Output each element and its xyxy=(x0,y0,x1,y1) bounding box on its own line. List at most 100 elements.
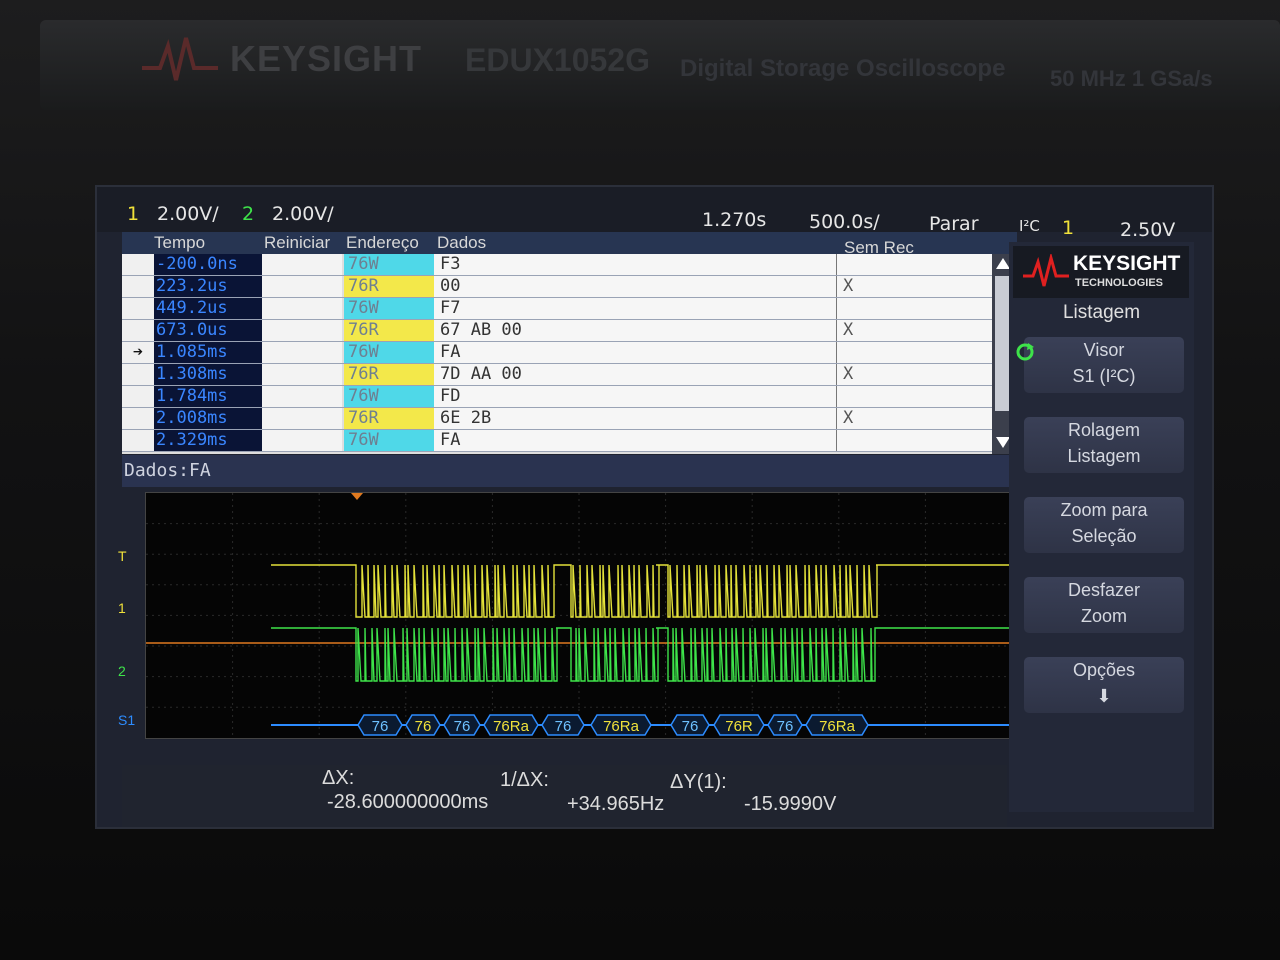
waveform-canvas: 76 76 76 76Ra 76 76Ra 76 76R 76 76Ra T 1 2 S1 xyxy=(118,493,1012,738)
menu-title: Listagem xyxy=(1062,302,1141,323)
row-time: -200.0ns xyxy=(154,254,262,275)
row-address: 76W xyxy=(344,386,436,407)
table-row[interactable]: ➔ 1.085ms 76W FA xyxy=(122,342,1017,364)
header-time[interactable]: Tempo xyxy=(154,233,205,253)
row-nack xyxy=(836,386,993,407)
trigger-position-marker xyxy=(351,493,363,500)
ch1-ground-marker: 1 xyxy=(118,600,126,616)
row-nack xyxy=(836,254,993,275)
spec-label: 50 MHz 1 GSa/s xyxy=(1050,66,1213,91)
softkey-undo-zoom[interactable]: Desfazer Zoom xyxy=(1024,577,1184,633)
delta-x-label: ΔX: xyxy=(322,767,355,789)
ch1-number[interactable]: 1 xyxy=(127,203,139,225)
row-address: 76W xyxy=(344,430,436,451)
softkey-display-line2: S1 (I²C) xyxy=(1072,366,1136,386)
softkey-display[interactable]: Visor S1 (I²C) xyxy=(1016,337,1184,393)
softkey-undo-line2: Zoom xyxy=(1080,606,1127,626)
rotate-knob-icon xyxy=(1016,343,1034,361)
softkey-scroll-line2: Listagem xyxy=(1067,446,1141,466)
row-data: F3 xyxy=(434,254,840,275)
trigger-level[interactable]: 2.50V xyxy=(1120,219,1175,241)
header-reset[interactable]: Reiniciar xyxy=(264,233,330,253)
decode-label: 76R xyxy=(725,718,753,735)
row-data: FD xyxy=(434,386,840,407)
ch2-scl-trace xyxy=(271,627,1012,682)
softkey-undo-line1: Desfazer xyxy=(1067,580,1141,600)
row-time: 1.308ms xyxy=(154,364,262,385)
table-row[interactable]: 1.308ms 76R 7D AA 00 X xyxy=(122,364,1017,386)
row-data: 6E 2B xyxy=(434,408,840,429)
delta-y-value: -15.9990V xyxy=(744,793,837,815)
softkey-display-line1: Visor xyxy=(1083,340,1125,360)
decode-label: 76 xyxy=(682,718,699,735)
softkey-panel: KEYSIGHT TECHNOLOGIES Listagem Visor S1 … xyxy=(1009,242,1194,812)
decode-label: 76Ra xyxy=(493,718,530,735)
trigger-marker: T xyxy=(118,548,127,564)
selected-data-line: Dados:FA xyxy=(122,455,1017,487)
table-header: Tempo Reiniciar Endereço Dados Sem Rec xyxy=(122,232,1017,257)
ch2-number[interactable]: 2 xyxy=(242,203,254,225)
row-marker xyxy=(122,386,154,407)
row-marker xyxy=(122,254,154,275)
row-address: 76R xyxy=(344,320,436,341)
row-time: 449.2us xyxy=(154,298,262,319)
row-data: F7 xyxy=(434,298,840,319)
decode-label: 76 xyxy=(555,718,572,735)
table-row[interactable]: 223.2us 76R 00 X xyxy=(122,276,1017,298)
decode-label: 76 xyxy=(454,718,471,735)
keysight-logo-icon xyxy=(142,37,218,81)
row-nack: X xyxy=(836,276,993,297)
table-row[interactable]: 2.329ms 76W FA xyxy=(122,430,1017,452)
inverse-delta-x-label: 1/ΔX: xyxy=(500,769,549,791)
softkey-scroll-line1: Rolagem xyxy=(1067,420,1141,440)
softkey-scroll-list[interactable]: Rolagem Listagem xyxy=(1024,417,1184,473)
table-row[interactable]: 2.008ms 76R 6E 2B X xyxy=(122,408,1017,430)
row-nack xyxy=(836,298,993,319)
row-data: 67 AB 00 xyxy=(434,320,840,341)
row-time: 223.2us xyxy=(154,276,262,297)
bezel-top-strip xyxy=(40,20,1280,110)
table-row[interactable]: 673.0us 76R 67 AB 00 X xyxy=(122,320,1017,342)
timebase-scale[interactable]: 500.0s/ xyxy=(809,211,880,233)
trigger-source[interactable]: 1 xyxy=(1062,217,1074,239)
delta-y-label: ΔY(1): xyxy=(670,771,727,793)
ch1-scale[interactable]: 2.00V/ xyxy=(157,203,219,225)
softkey-zoom-selection[interactable]: Zoom para Seleção xyxy=(1024,497,1184,553)
table-row[interactable]: 1.784ms 76W FD xyxy=(122,386,1017,408)
softkey-logo: KEYSIGHT TECHNOLOGIES xyxy=(1013,246,1189,298)
row-reset xyxy=(262,254,342,275)
header-data[interactable]: Dados xyxy=(437,233,486,253)
logo-sub-text: TECHNOLOGIES xyxy=(1075,277,1164,289)
model-label: EDUX1052G xyxy=(465,42,650,78)
table-row[interactable]: 449.2us 76W F7 xyxy=(122,298,1017,320)
timebase-delay[interactable]: 1.270s xyxy=(702,209,766,231)
row-reset xyxy=(262,408,342,429)
softkey-options[interactable]: Opções ⬇ xyxy=(1024,657,1184,713)
row-marker xyxy=(122,430,154,451)
lister-table: Tempo Reiniciar Endereço Dados Sem Rec -… xyxy=(122,232,1017,454)
row-address: 76R xyxy=(344,276,436,297)
row-time: 2.329ms xyxy=(154,430,262,451)
row-nack: X xyxy=(836,408,993,429)
row-address: 76R xyxy=(344,364,436,385)
ch2-scale[interactable]: 2.00V/ xyxy=(272,203,334,225)
trigger-type[interactable]: I²C xyxy=(1019,217,1040,235)
row-time: 2.008ms xyxy=(154,408,262,429)
row-address: 76R xyxy=(344,408,436,429)
row-reset xyxy=(262,386,342,407)
softkey-options-line1: Opções xyxy=(1072,660,1136,680)
inverse-delta-x-value: +34.965Hz xyxy=(567,793,665,815)
row-reset xyxy=(262,342,342,363)
decode-label: 76 xyxy=(372,718,389,735)
waveform-area[interactable]: 76 76 76 76Ra 76 76Ra 76 76R 76 76Ra T 1 2 S1 xyxy=(118,492,1013,739)
scope-screen: 1 2.00V/ 2 2.00V/ 1.270s 500.0s/ Parar I… xyxy=(95,185,1214,829)
keysight-wave-icon xyxy=(1023,254,1069,287)
row-marker xyxy=(122,298,154,319)
softkey-zoom-line1: Zoom para xyxy=(1060,500,1148,520)
ch1-sda-trace xyxy=(271,564,1012,618)
row-data: 00 xyxy=(434,276,840,297)
delta-x-value: -28.600000000ms xyxy=(327,791,489,813)
softkey-zoom-line2: Seleção xyxy=(1071,526,1137,546)
table-row[interactable]: -200.0ns 76W F3 xyxy=(122,254,1017,276)
header-address[interactable]: Endereço xyxy=(346,233,419,253)
